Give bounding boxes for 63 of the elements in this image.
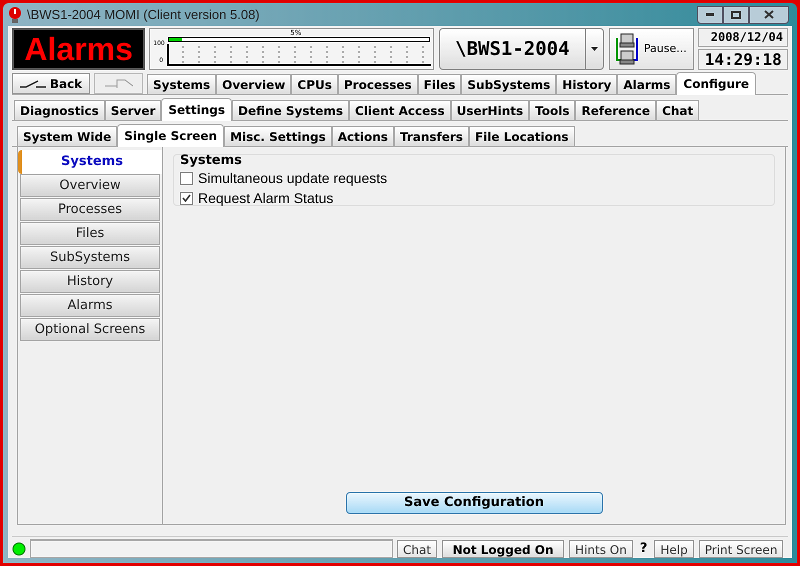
subtab[interactable]: System Wide <box>17 126 118 146</box>
maximize-icon <box>731 10 741 18</box>
minimize-icon <box>706 13 714 16</box>
help-mark: ? <box>638 540 648 558</box>
alert-icon <box>7 6 23 24</box>
subtab[interactable]: Single Screen <box>117 124 224 147</box>
nav-tab[interactable]: Processes <box>338 74 418 94</box>
close-icon <box>764 10 774 19</box>
config-tab[interactable]: Define Systems <box>232 100 350 120</box>
subtab[interactable]: Actions <box>332 126 394 146</box>
status-button[interactable]: Chat <box>397 540 438 558</box>
checkbox[interactable] <box>180 192 193 204</box>
back-button[interactable]: Back <box>12 73 90 94</box>
nav-tab[interactable]: Files <box>418 74 462 94</box>
nav-tab[interactable]: Configure <box>676 72 756 95</box>
config-tab[interactable]: Diagnostics <box>14 100 105 120</box>
status-button[interactable]: Hints On <box>569 540 633 558</box>
config-tab[interactable]: Server <box>104 100 162 120</box>
sidebar-item[interactable]: History <box>20 270 160 293</box>
status-button[interactable]: Help <box>654 540 694 558</box>
config-tab[interactable]: Client Access <box>349 100 451 120</box>
status-button[interactable]: Print Screen <box>698 540 784 558</box>
pause-button[interactable]: Pause... <box>608 28 694 70</box>
system-dropdown[interactable]: \BWS1-2004 <box>438 28 604 70</box>
login-status-button[interactable]: Not Logged On <box>442 540 564 558</box>
config-tab[interactable]: UserHints <box>450 100 530 120</box>
maximize-button[interactable] <box>723 6 749 24</box>
minimize-button[interactable] <box>697 6 723 24</box>
sidebar-item[interactable]: Overview <box>20 174 160 197</box>
nav-tab[interactable]: SubSystems <box>461 74 556 94</box>
status-light-icon <box>12 542 26 556</box>
subtab[interactable]: File Locations <box>468 126 575 146</box>
config-tab[interactable]: Tools <box>529 100 576 120</box>
date-display: 2008/12/04 <box>698 28 788 47</box>
sidebar-item[interactable]: Processes <box>20 198 160 221</box>
dropdown-arrow-icon <box>590 47 598 51</box>
config-tab[interactable]: Settings <box>161 98 232 121</box>
pulse-icon <box>104 78 132 88</box>
network-computers-icon <box>614 32 640 66</box>
config-tab[interactable]: Chat <box>656 100 700 120</box>
nav-tab[interactable]: History <box>556 74 618 94</box>
save-configuration-button[interactable]: Save Configuration <box>346 492 602 514</box>
subtab[interactable]: Misc. Settings <box>224 126 332 146</box>
close-button[interactable] <box>749 6 789 24</box>
alarm-banner: Alarms <box>12 28 146 70</box>
sidebar-item[interactable]: Optional Screens <box>20 318 160 341</box>
nav-tab[interactable]: Systems <box>147 74 216 94</box>
nav-tab[interactable]: CPUs <box>291 74 338 94</box>
sidebar-item[interactable]: Systems <box>18 150 162 174</box>
switch-icon <box>20 80 46 88</box>
config-tab[interactable]: Reference <box>575 100 656 120</box>
checkbox[interactable] <box>180 172 193 184</box>
sidebar-item[interactable]: Alarms <box>20 294 160 317</box>
checkbox-label: Simultaneous update requests <box>198 168 388 188</box>
time-display: 14:29:18 <box>698 49 788 70</box>
sidebar-item[interactable]: SubSystems <box>20 246 160 269</box>
subtab[interactable]: Transfers <box>394 126 469 146</box>
window-title: \BWS1-2004 MOMI (Client version 5.08) <box>27 6 261 24</box>
sidebar-item[interactable]: Files <box>20 222 160 245</box>
group-title: Systems <box>180 153 243 168</box>
nav-tab[interactable]: Overview <box>216 74 292 94</box>
nav-tab[interactable]: Alarms <box>617 74 676 94</box>
checkbox-label: Request Alarm Status <box>198 188 334 208</box>
